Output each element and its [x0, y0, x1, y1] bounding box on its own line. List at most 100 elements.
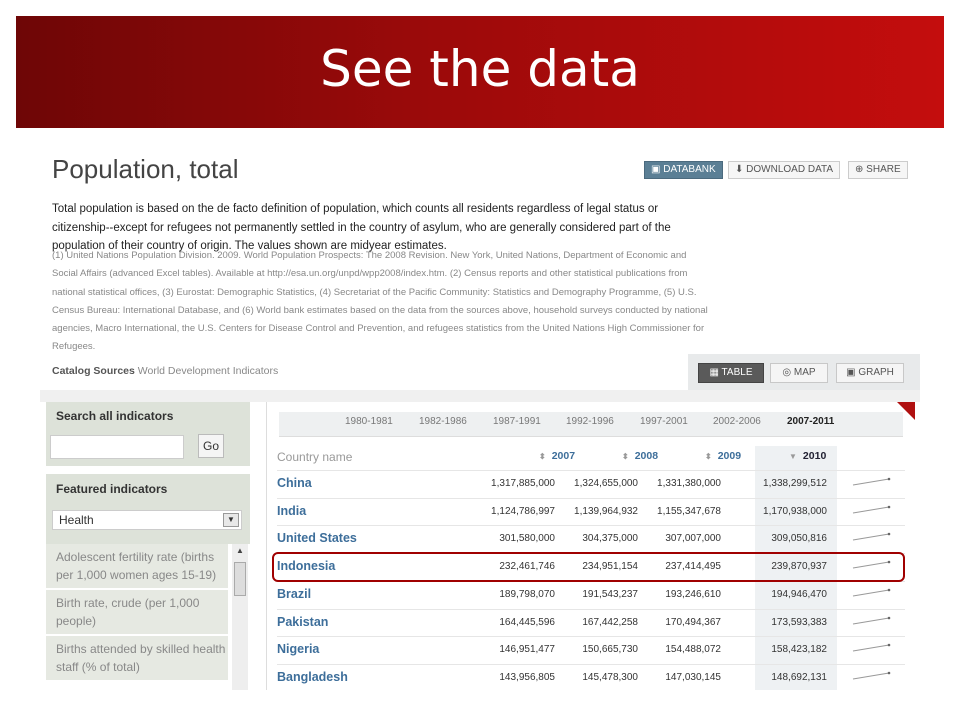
value-cell: 1,317,885,000 — [491, 478, 555, 489]
value-cell: 1,124,786,997 — [491, 505, 555, 517]
country-link[interactable]: Bangladesh — [277, 670, 348, 684]
country-link[interactable]: Nigeria — [277, 642, 319, 656]
sparkline-icon — [852, 505, 891, 514]
value-cell: 148,692,131 — [771, 671, 827, 683]
search-label: Search all indicators — [56, 409, 174, 423]
sort-icon: ⬍ — [705, 452, 712, 461]
year-header[interactable]: ⬍ 2009 — [705, 450, 741, 462]
map-view-button[interactable]: ◎ MAP — [770, 363, 828, 383]
catalog-link[interactable]: World Development Indicators — [138, 365, 278, 377]
featured-panel: Featured indicators Health ▼ — [46, 474, 250, 544]
period-tab[interactable]: 1980-1981 — [345, 416, 393, 427]
sparkline-icon — [852, 477, 891, 486]
value-cell: 167,442,258 — [582, 616, 638, 628]
sparkline-icon — [852, 643, 891, 652]
divider — [40, 390, 920, 402]
country-link[interactable]: China — [277, 476, 312, 490]
chevron-down-icon[interactable]: ▼ — [223, 513, 239, 527]
databank-button[interactable]: ▣ DATABANK — [644, 161, 723, 179]
graph-icon: ▣ — [846, 367, 859, 378]
value-cell: 1,155,347,678 — [657, 505, 721, 517]
value-cell: 194,946,470 — [771, 588, 827, 600]
scroll-up-icon[interactable]: ▲ — [236, 546, 244, 555]
featured-label: Featured indicators — [56, 482, 168, 496]
go-button[interactable]: Go — [198, 434, 224, 458]
value-cell: 1,331,380,000 — [657, 478, 721, 489]
indicator-list: Adolescent fertility rate (births per 1,… — [46, 544, 228, 690]
year-header[interactable]: ⬍ 2008 — [622, 450, 658, 462]
catalog-sources: Catalog Sources World Development Indica… — [52, 365, 278, 377]
graph-view-button[interactable]: ▣ GRAPH — [836, 363, 904, 383]
sparkline-icon — [852, 671, 891, 680]
table-row: China 1,317,885,000 1,324,655,000 1,331,380… — [277, 470, 905, 498]
topic-select[interactable]: Health ▼ — [52, 510, 242, 530]
value-cell: 309,050,816 — [771, 533, 827, 545]
value-cell: 158,423,182 — [771, 644, 827, 656]
table-row: India 1,124,786,997 1,139,964,932 1,155,347… — [277, 497, 905, 526]
sparkline-icon — [852, 616, 891, 624]
period-tab[interactable]: 2002-2006 — [713, 416, 761, 427]
country-link[interactable]: Pakistan — [277, 615, 328, 629]
value-cell: 1,139,964,932 — [574, 505, 638, 517]
sort-desc-icon: ▼ — [789, 452, 797, 461]
value-cell: 164,445,596 — [499, 616, 555, 628]
databank-icon: ▣ — [651, 164, 664, 175]
map-icon: ◎ — [782, 367, 794, 378]
year-header[interactable]: ⬍ 2007 — [539, 450, 575, 462]
period-tab[interactable]: 1982-1986 — [419, 416, 467, 427]
value-cell: 189,798,070 — [499, 588, 555, 600]
country-link[interactable]: United States — [277, 531, 357, 545]
slide-title: See the data — [320, 40, 640, 98]
search-panel: Search all indicators Go — [46, 402, 250, 466]
table-header: Country name ⬍ 2007 ⬍ 2008 ⬍ 2009 ▼ 2010 — [277, 446, 907, 470]
indicator-item[interactable]: Adolescent fertility rate (births per 1,… — [46, 544, 228, 588]
value-cell: 173,593,383 — [771, 616, 827, 628]
period-selector: 1980-1981 1982-1986 1987-1991 1992-1996 … — [279, 412, 903, 437]
country-link[interactable]: Brazil — [277, 587, 311, 601]
table-row: Brazil 189,798,070 191,543,237 193,246,610 1… — [277, 580, 905, 609]
download-icon: ⬇ — [735, 164, 747, 175]
catalog-label: Catalog Sources — [52, 365, 135, 377]
value-cell: 191,543,237 — [582, 588, 638, 600]
value-cell: 1,324,655,000 — [574, 478, 638, 489]
topic-select-value: Health — [59, 513, 94, 527]
value-cell: 304,375,000 — [582, 533, 638, 545]
country-link[interactable]: India — [277, 504, 306, 518]
period-tab[interactable]: 1987-1991 — [493, 416, 541, 427]
value-cell: 154,488,072 — [665, 644, 721, 656]
table-row: Nigeria 146,951,477 150,665,730 154,488,072… — [277, 636, 905, 664]
table-row: United States 301,580,000 304,375,000 307,0… — [277, 525, 905, 553]
search-input[interactable] — [50, 435, 184, 459]
value-cell: 145,478,300 — [582, 671, 638, 683]
year-header-sorted[interactable]: ▼ 2010 — [789, 450, 826, 462]
period-tab[interactable]: 1997-2001 — [640, 416, 688, 427]
country-name-header[interactable]: Country name — [277, 450, 352, 464]
browser-screenshot: Population, total ▣ DATABANK ⬇ DOWNLOAD … — [40, 144, 920, 690]
value-cell: 193,246,610 — [665, 588, 721, 600]
indicator-scrollbar[interactable]: ▲ — [232, 544, 248, 690]
slide-banner: See the data — [16, 16, 944, 128]
period-tab-selected[interactable]: 2007-2011 — [787, 416, 834, 427]
value-cell: 307,007,000 — [665, 533, 721, 545]
indicator-item[interactable]: Births attended by skilled health staff … — [46, 636, 228, 680]
sparkline-icon — [852, 588, 891, 597]
page-title: Population, total — [52, 154, 239, 184]
share-icon: ⊕ — [855, 164, 867, 175]
value-cell: 143,956,805 — [499, 671, 555, 683]
download-data-button[interactable]: ⬇ DOWNLOAD DATA — [728, 161, 841, 179]
table-row: Bangladesh 143,956,805 145,478,300 147,030,… — [277, 663, 905, 690]
data-table-panel: 1980-1981 1982-1986 1987-1991 1992-1996 … — [266, 402, 920, 690]
value-cell: 1,170,938,000 — [763, 505, 827, 517]
table-row: Pakistan 164,445,596 167,442,258 170,494,36… — [277, 608, 905, 637]
table-view-button[interactable]: ▦ TABLE — [698, 363, 764, 383]
indicator-item[interactable]: Birth rate, crude (per 1,000 people) — [46, 590, 228, 634]
share-button[interactable]: ⊕ SHARE — [848, 161, 908, 179]
sort-icon: ⬍ — [622, 452, 629, 461]
source-notes: (1) United Nations Population Division. … — [52, 250, 708, 353]
view-switcher: ▦ TABLE ◎ MAP ▣ GRAPH — [688, 354, 920, 390]
scrollbar-thumb[interactable] — [234, 562, 246, 596]
value-cell: 146,951,477 — [499, 644, 555, 656]
value-cell: 1,338,299,512 — [763, 478, 827, 489]
period-tab[interactable]: 1992-1996 — [566, 416, 614, 427]
value-cell: 301,580,000 — [499, 533, 555, 545]
